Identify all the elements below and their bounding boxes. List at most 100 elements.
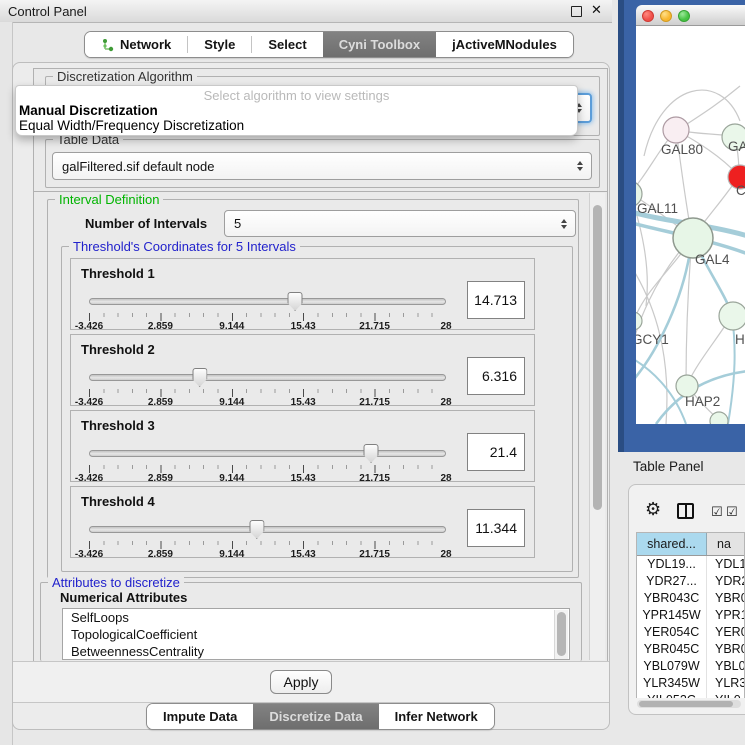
numerical-attributes-list[interactable]: SelfLoopsTopologicalCoefficientBetweenne…	[62, 608, 570, 660]
tab-label: Network	[120, 37, 171, 52]
tick-label: 21.715	[359, 549, 390, 560]
number-of-intervals-combobox[interactable]: 5	[224, 210, 576, 237]
threshold-label: Threshold 1	[81, 266, 155, 281]
tab-discretize-data[interactable]: Discretize Data	[253, 704, 378, 729]
list-scrollbar[interactable]	[554, 610, 568, 660]
tab-impute-data[interactable]: Impute Data	[147, 704, 253, 729]
slider-knob[interactable]	[192, 368, 207, 387]
slider-ticks	[89, 541, 446, 549]
tab-label: Discretize Data	[269, 709, 362, 724]
tab-jactivemnodules[interactable]: jActiveMNodules	[436, 32, 573, 57]
node-label-gal80: GAL80	[661, 142, 703, 157]
settings-scrollbar[interactable]	[589, 193, 605, 660]
tab-select[interactable]: Select	[252, 32, 322, 57]
tick-label: 2.859	[148, 549, 173, 560]
slider-track[interactable]	[89, 374, 446, 381]
network-node-bottom[interactable]	[710, 412, 728, 424]
minimize-traffic-light-icon[interactable]	[660, 10, 672, 22]
threshold-slider[interactable]: -3.4262.8599.14415.4321.71528	[89, 367, 446, 405]
tick-label: -3.426	[75, 397, 103, 408]
apply-button[interactable]: Apply	[270, 670, 332, 694]
slider-knob[interactable]	[249, 520, 264, 539]
column-header-shared[interactable]: shared...	[637, 533, 707, 555]
node-label-gcy1: GCY1	[636, 332, 669, 347]
slider-knob[interactable]	[364, 444, 379, 463]
threshold-value-box[interactable]: 6.316	[467, 357, 525, 395]
threshold-label: Threshold 3	[81, 418, 155, 433]
table-cell: YER0	[707, 624, 744, 641]
table-cell: YPR1	[707, 607, 744, 624]
float-window-icon[interactable]	[571, 6, 582, 17]
tab-label: Impute Data	[163, 709, 237, 724]
close-icon[interactable]: ✕	[591, 2, 602, 18]
threshold-slider[interactable]: -3.4262.8599.14415.4321.71528	[89, 291, 446, 329]
table-row[interactable]: YIL052CYIL0	[637, 692, 744, 698]
table-row[interactable]: YDL19...YDL1	[637, 556, 744, 573]
popup-option-equal-width-frequency[interactable]: Equal Width/Frequency Discretization	[19, 118, 244, 133]
table-data-combobox[interactable]: galFiltered.sif default node	[52, 152, 592, 180]
tab-cyni-toolbox[interactable]: Cyni Toolbox	[323, 32, 436, 57]
select-column-checkbox-icon[interactable]: ☑	[726, 504, 738, 520]
settings-scrollbar-thumb[interactable]	[593, 205, 602, 510]
table-cell: YDL1	[707, 556, 744, 573]
network-node-gal80[interactable]	[663, 117, 689, 143]
network-canvas[interactable]: GAL80 GA C GAL11 GAL4 GCY1 H HAP2	[636, 26, 745, 424]
table-row[interactable]: YBR043CYBR0	[637, 590, 744, 607]
table-row[interactable]: YBL079WYBL0	[637, 658, 744, 675]
slider-knob[interactable]	[288, 292, 303, 311]
node-label-gal4: GAL4	[695, 252, 730, 267]
tick-label: 15.43	[291, 473, 316, 484]
tick-label: 21.715	[359, 397, 390, 408]
node-attribute-table[interactable]: shared... na YDL19...YDL1YDR27...YDR2YBR…	[636, 532, 745, 698]
tab-label: jActiveMNodules	[452, 37, 557, 52]
network-node-gcy1[interactable]	[636, 312, 642, 330]
zoom-traffic-light-icon[interactable]	[678, 10, 690, 22]
slider-track[interactable]	[89, 526, 446, 533]
table-horizontal-scrollbar-thumb[interactable]	[639, 701, 733, 707]
threshold-label: Threshold 4	[81, 494, 155, 509]
table-row[interactable]: YBR045CYBR0	[637, 641, 744, 658]
split-columns-icon[interactable]	[677, 503, 694, 519]
tab-label: Select	[268, 37, 306, 52]
tick-label: 15.43	[291, 549, 316, 560]
attribute-item[interactable]: TopologicalCoefficient	[63, 626, 569, 643]
app-root: Control Panel ✕ Network Style Select	[0, 0, 745, 745]
tick-label: -3.426	[75, 549, 103, 560]
tab-label: Cyni Toolbox	[339, 37, 420, 52]
list-scrollbar-thumb[interactable]	[557, 612, 566, 656]
threshold-slider[interactable]: -3.4262.8599.14415.4321.71528	[89, 519, 446, 557]
threshold-value-box[interactable]: 21.4	[467, 433, 525, 471]
attribute-item[interactable]: BetweennessCentrality	[63, 643, 569, 660]
slider-track[interactable]	[89, 298, 446, 305]
combo-stepper-icon	[577, 161, 583, 171]
tab-style[interactable]: Style	[188, 32, 251, 57]
tick-label: 2.859	[148, 321, 173, 332]
threshold-value-box[interactable]: 14.713	[467, 281, 525, 319]
threshold-slider[interactable]: -3.4262.8599.14415.4321.71528	[89, 443, 446, 481]
popup-option-manual-discretization[interactable]: Manual Discretization	[19, 103, 158, 118]
table-horizontal-scrollbar[interactable]	[637, 700, 741, 708]
group-title: Attributes to discretize	[48, 575, 184, 590]
select-all-checkbox-icon[interactable]: ☑	[711, 504, 723, 520]
table-row[interactable]: YLR345WYLR3	[637, 675, 744, 692]
tab-network[interactable]: Network	[85, 32, 187, 57]
tick-label: 9.144	[219, 397, 244, 408]
close-traffic-light-icon[interactable]	[642, 10, 654, 22]
tab-infer-network[interactable]: Infer Network	[379, 704, 494, 729]
attribute-item[interactable]: SelfLoops	[63, 609, 569, 626]
table-header-row: shared... na	[637, 533, 744, 556]
threshold-value-box[interactable]: 11.344	[467, 509, 525, 547]
table-row[interactable]: YER054CYER0	[637, 624, 744, 641]
gear-icon[interactable]: ⚙	[645, 499, 661, 520]
network-node-h[interactable]	[719, 302, 745, 330]
tick-label: -3.426	[75, 321, 103, 332]
slider-track[interactable]	[89, 450, 446, 457]
table-row[interactable]: YPR145WYPR1	[637, 607, 744, 624]
popup-placeholder: Select algorithm to view settings	[16, 88, 577, 103]
table-row[interactable]: YDR27...YDR2	[637, 573, 744, 590]
node-label-h: H	[735, 332, 745, 347]
group-title: Interval Definition	[55, 192, 163, 207]
slider-ticks	[89, 465, 446, 473]
table-cell: YBL0	[707, 658, 744, 675]
column-header-name[interactable]: na	[707, 533, 744, 555]
